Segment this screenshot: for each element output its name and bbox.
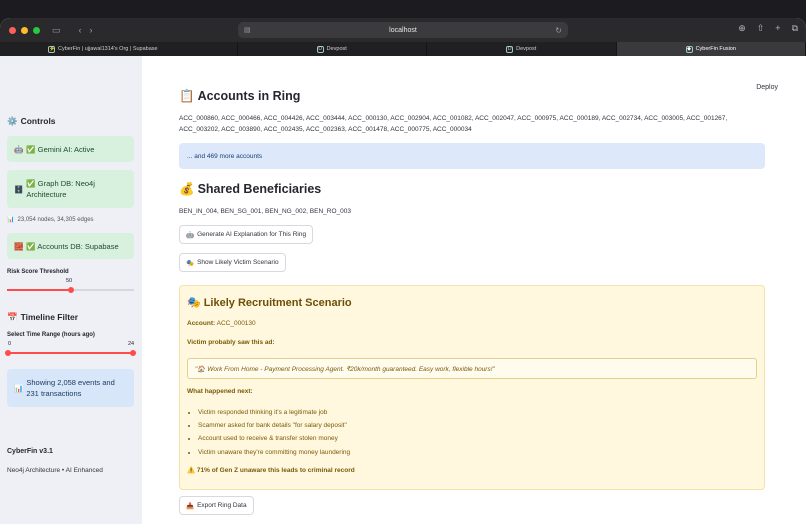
risk-threshold-slider[interactable] xyxy=(7,287,134,293)
beneficiaries-list: BEN_IN_004, BEN_SG_001, BEN_NG_002, BEN_… xyxy=(179,208,351,215)
robot-icon: 🤖 xyxy=(14,144,24,154)
scam-ad-quote: "🏠 Work From Home - Payment Processing A… xyxy=(187,358,757,379)
mask-icon: 🎭 xyxy=(187,297,201,309)
app-tagline: Neo4j Architecture • AI Enhanced xyxy=(7,467,103,474)
new-tab-icon[interactable]: + xyxy=(775,23,780,34)
risk-threshold-handle[interactable] xyxy=(67,287,74,293)
back-arrow-icon[interactable]: ‹ xyxy=(79,25,82,35)
accounts-db-status-badge: 🧱 ✅ Accounts DB: Supabase xyxy=(7,233,134,259)
tab-devpost-2[interactable]: D Devpost xyxy=(427,42,617,56)
accounts-list-line-2: ACC_003202, ACC_003890, ACC_002435, ACC_… xyxy=(179,126,472,133)
toolbar-actions: ⊕ ⇧ + ⧉ xyxy=(738,23,798,34)
page-settings-icon[interactable]: ▤ xyxy=(244,26,251,34)
export-ring-data-button[interactable]: 📥 Export Ring Data xyxy=(179,496,254,515)
tab-bar: ⚡ CyberFin | ujjawal1314's Org | Supabase… xyxy=(0,42,806,56)
time-range-slider[interactable] xyxy=(5,350,136,356)
database-icon: 🗄️ xyxy=(14,184,24,194)
scenario-heading: 🎭 Likely Recruitment Scenario xyxy=(187,297,352,309)
list-item: Scammer asked for bank details "for sala… xyxy=(198,419,350,432)
more-accounts-info: ... and 469 more accounts xyxy=(179,143,765,169)
time-range-max: 24 xyxy=(128,341,135,347)
risk-threshold-label: Risk Score Threshold xyxy=(7,269,69,275)
risk-threshold-fill xyxy=(7,289,71,291)
accounts-in-ring-heading: 📋 Accounts in Ring xyxy=(179,89,301,103)
inbox-tray-icon: 📥 xyxy=(186,502,195,510)
what-happened-label: What happened next: xyxy=(187,388,253,395)
scenario-steps: Victim responded thinking it's a legitim… xyxy=(198,406,350,459)
time-range-end-handle[interactable] xyxy=(130,350,136,356)
time-range-start-handle[interactable] xyxy=(5,350,11,356)
close-window-button[interactable] xyxy=(9,26,16,34)
bar-chart-icon: 📊 xyxy=(14,383,24,393)
list-item: Victim responded thinking it's a legitim… xyxy=(198,406,350,419)
browser-toolbar: ▭ ‹ › ▤ localhost ↻ ⊕ ⇧ + ⧉ xyxy=(0,18,806,42)
devpost-favicon-icon: D xyxy=(316,45,324,53)
app-version: CyberFin v3.1 xyxy=(7,448,53,455)
show-victim-scenario-button[interactable]: 🎭 Show Likely Victim Scenario xyxy=(179,253,286,272)
window-controls xyxy=(9,26,40,34)
time-range-fill xyxy=(7,352,134,354)
clipboard-icon: 📋 xyxy=(179,89,195,103)
devpost-favicon-icon: D xyxy=(506,45,514,53)
browser-window: ▭ ‹ › ▤ localhost ↻ ⊕ ⇧ + ⧉ ⚡ CyberFin | … xyxy=(0,18,806,524)
list-item: Victim unaware they're committing money … xyxy=(198,446,350,459)
share-icon[interactable]: ⇧ xyxy=(757,23,765,34)
shared-beneficiaries-heading: 💰 Shared Beneficiaries xyxy=(179,182,322,196)
reload-icon[interactable]: ↻ xyxy=(555,26,562,35)
supabase-favicon-icon: ⚡ xyxy=(48,45,56,53)
gemini-status-badge: 🤖 ✅ Gemini AI: Active xyxy=(7,136,134,162)
robot-icon: 🤖 xyxy=(186,231,195,239)
deploy-button[interactable]: Deploy xyxy=(756,84,778,91)
tab-cyberfin-fusion[interactable]: ◆ CyberFin Fusion xyxy=(616,42,806,56)
forward-arrow-icon[interactable]: › xyxy=(90,25,93,35)
bar-chart-icon: 📊 xyxy=(7,217,15,223)
download-icon[interactable]: ⊕ xyxy=(738,23,746,34)
accounts-list-line-1: ACC_000860, ACC_000466, ACC_004426, ACC_… xyxy=(179,115,728,122)
bricks-icon: 🧱 xyxy=(14,241,24,251)
url-text: localhost xyxy=(389,26,417,34)
timeline-heading: 📅 Timeline Filter xyxy=(7,312,79,322)
controls-heading: ⚙️ Controls xyxy=(7,116,56,126)
criminal-record-warning: ⚠️ 71% of Gen Z unaware this leads to cr… xyxy=(187,467,355,474)
gear-icon: ⚙️ xyxy=(7,116,18,126)
mask-icon: 🎭 xyxy=(186,259,195,267)
list-item: Account used to receive & transfer stole… xyxy=(198,432,350,445)
maximize-window-button[interactable] xyxy=(33,26,40,34)
calendar-icon: 📅 xyxy=(7,312,18,322)
generate-ai-explanation-button[interactable]: 🤖 Generate AI Explanation for This Ring xyxy=(179,225,314,244)
time-range-label: Select Time Range (hours ago) xyxy=(7,332,95,338)
tab-devpost-1[interactable]: D Devpost xyxy=(238,42,427,56)
time-range-min: 0 xyxy=(8,341,12,347)
risk-threshold-value: 50 xyxy=(66,278,73,284)
graph-stats: 📊 23,054 nodes, 34,305 edges xyxy=(7,217,94,223)
address-bar[interactable]: ▤ localhost ↻ xyxy=(238,22,568,38)
sidebar-toggle-icon[interactable]: ▭ xyxy=(52,25,61,36)
tab-overview-icon[interactable]: ⧉ xyxy=(792,23,798,34)
scenario-account: Account: ACC_000130 xyxy=(187,320,256,327)
main-content: Deploy 📋 Accounts in Ring ACC_000860, ACC… xyxy=(142,56,806,524)
minimize-window-button[interactable] xyxy=(21,26,28,34)
events-summary-badge: 📊 Showing 2,058 events and 231 transactio… xyxy=(7,369,134,407)
recruitment-scenario-panel: 🎭 Likely Recruitment Scenario Account: AC… xyxy=(179,285,765,490)
sidebar: ⚙️ Controls 🤖 ✅ Gemini AI: Active 🗄️ ✅ Grap… xyxy=(0,56,142,524)
graph-db-status-badge: 🗄️ ✅ Graph DB: Neo4j Architecture xyxy=(7,170,134,208)
tab-supabase[interactable]: ⚡ CyberFin | ujjawal1314's Org | Supabase xyxy=(0,42,238,56)
ad-label: Victim probably saw this ad: xyxy=(187,339,275,346)
money-bag-icon: 💰 xyxy=(179,182,195,196)
cyberfin-favicon-icon: ◆ xyxy=(685,45,693,53)
